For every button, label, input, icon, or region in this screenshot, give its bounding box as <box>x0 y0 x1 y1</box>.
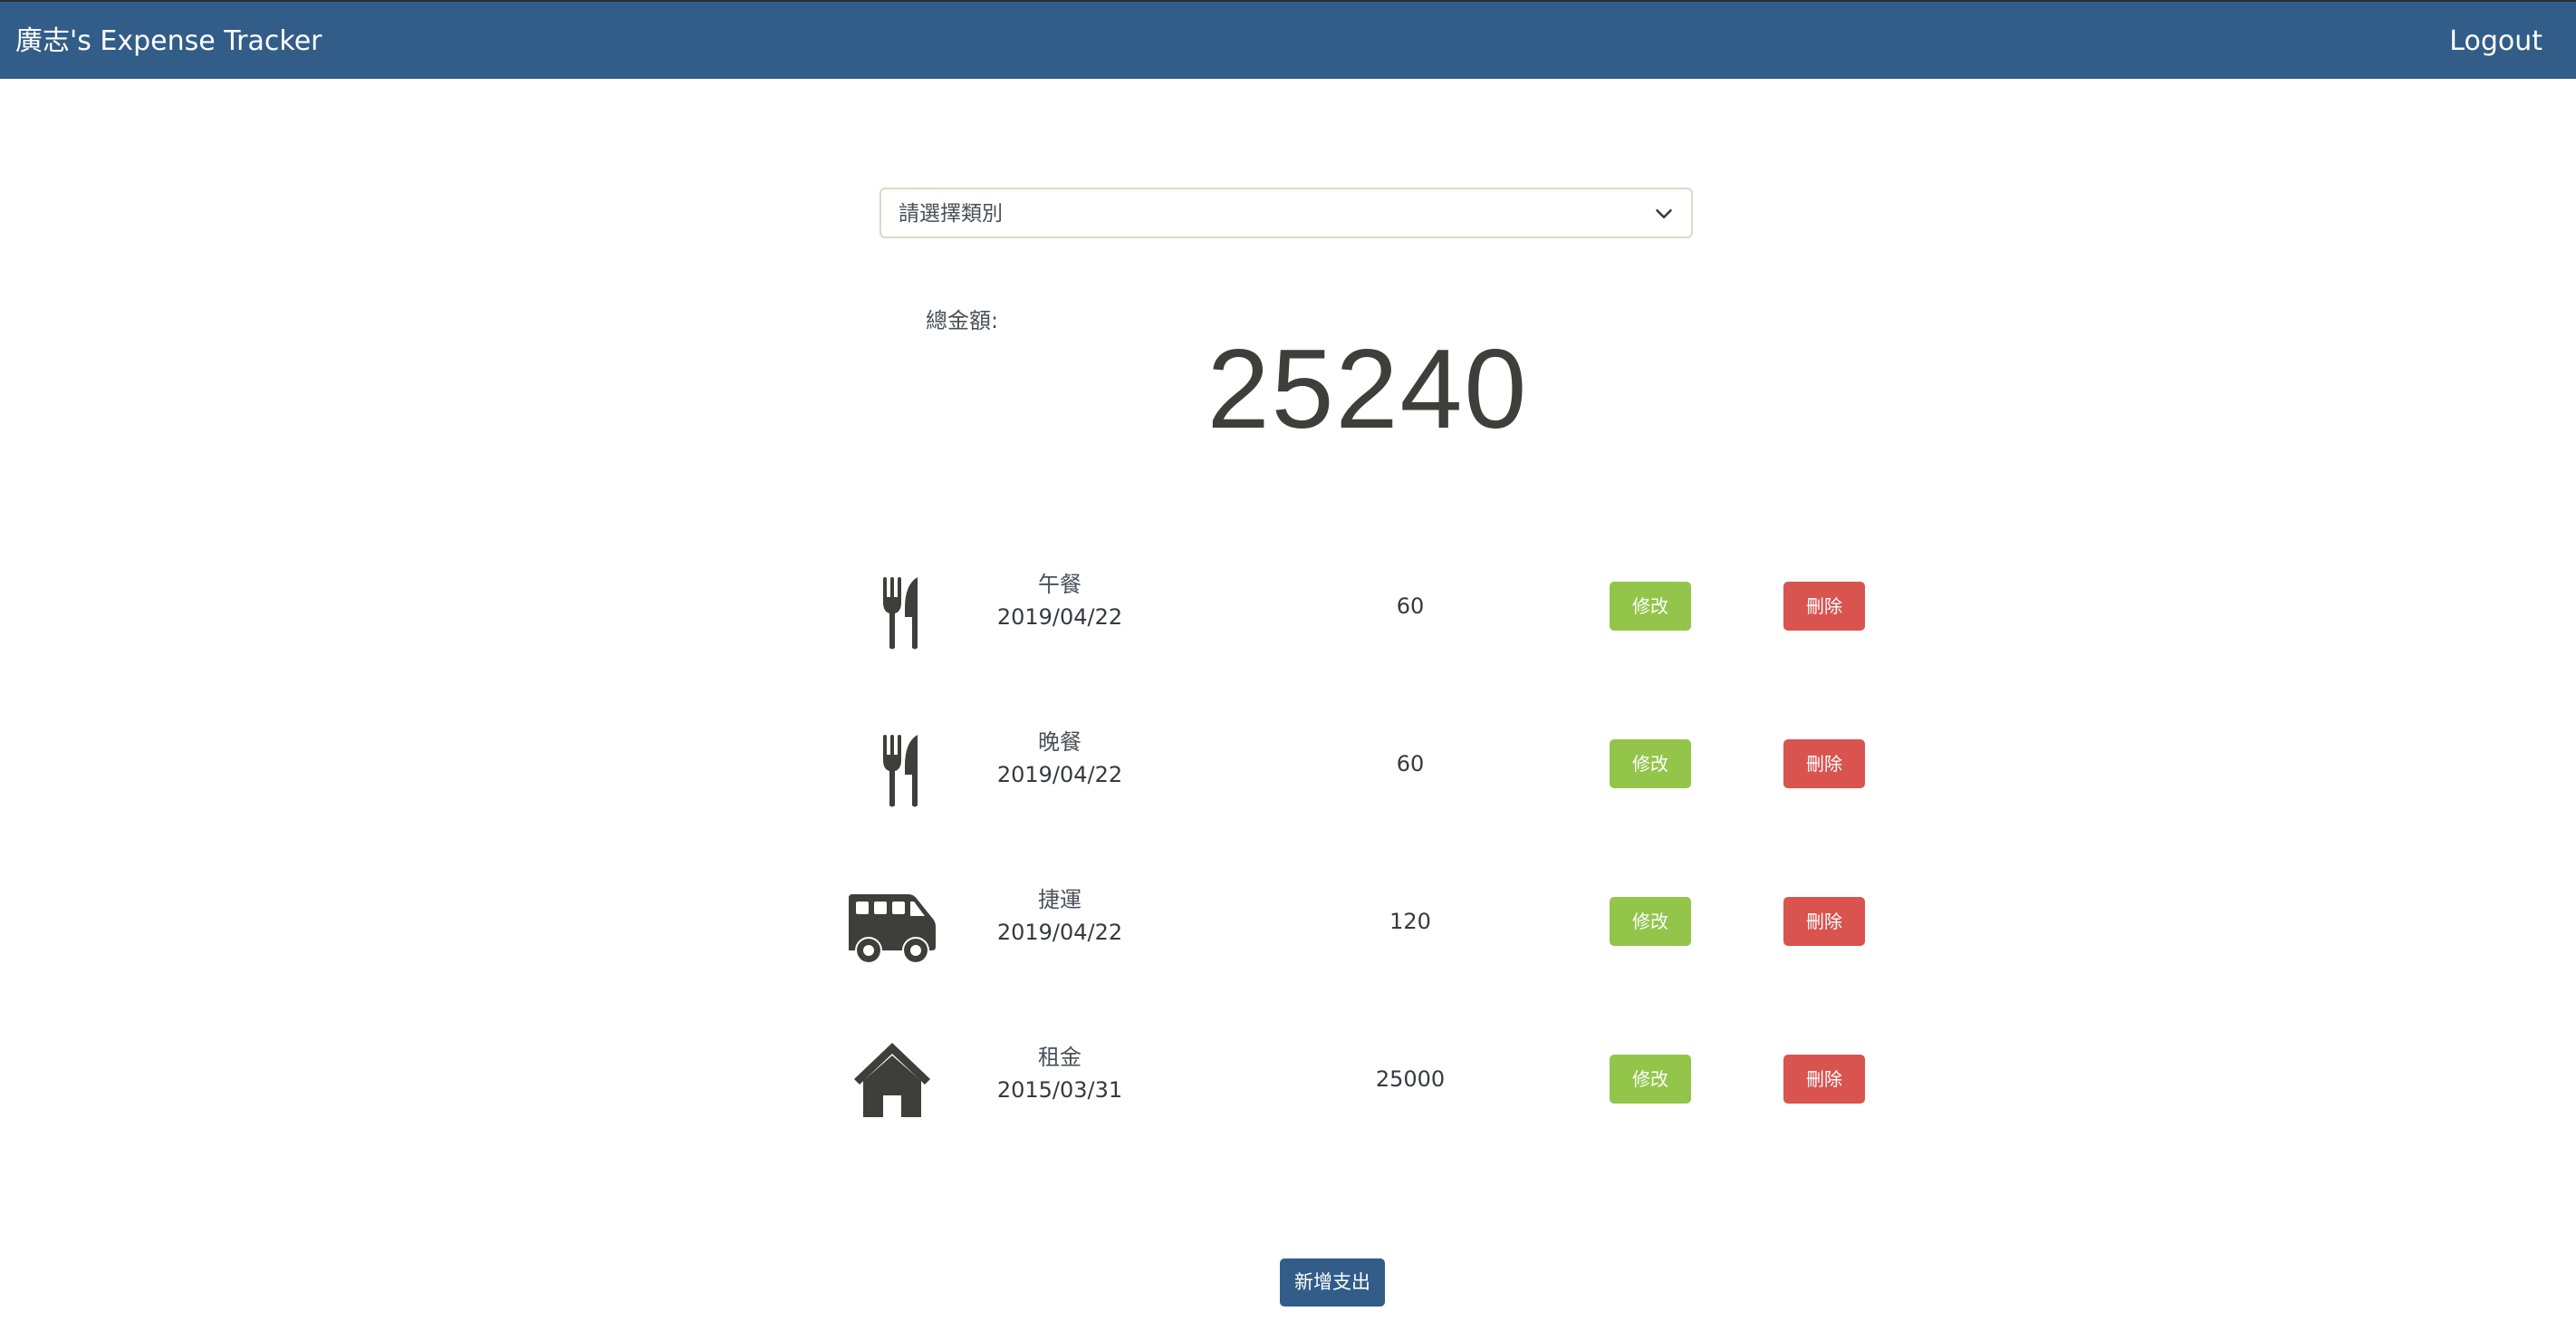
expense-category: 午餐 <box>1038 572 1081 597</box>
category-select[interactable]: 請選擇類別 <box>879 188 1693 238</box>
add-expense-button[interactable]: 新增支出 <box>1280 1258 1385 1307</box>
utensils-icon <box>847 718 937 809</box>
shuttle-van-icon <box>847 876 937 967</box>
total-label: 總金額: <box>926 308 999 333</box>
expense-date: 2019/04/22 <box>996 604 1123 630</box>
expense-amount: 60 <box>1396 593 1425 619</box>
expense-date: 2019/04/22 <box>996 762 1123 787</box>
app-brand[interactable]: 廣志's Expense Tracker <box>15 24 322 60</box>
expense-row: 午餐 2019/04/22 60 修改 刪除 <box>833 552 1875 660</box>
delete-button[interactable]: 刪除 <box>1783 582 1865 631</box>
chevron-down-icon <box>1656 209 1672 218</box>
edit-button[interactable]: 修改 <box>1610 1055 1691 1104</box>
expense-category: 捷運 <box>1038 887 1081 912</box>
expense-row: 捷運 2019/04/22 120 修改 刪除 <box>833 867 1875 976</box>
utensils-icon <box>847 561 937 651</box>
delete-button[interactable]: 刪除 <box>1783 897 1865 946</box>
expense-amount: 120 <box>1389 909 1431 934</box>
expense-category: 租金 <box>1038 1045 1081 1070</box>
expense-date: 2019/04/22 <box>996 920 1123 945</box>
edit-button[interactable]: 修改 <box>1610 897 1691 946</box>
total-amount: 25240 <box>1206 327 1529 452</box>
expense-details: 租金 2015/03/31 <box>960 1041 1159 1106</box>
navbar: 廣志's Expense Tracker Logout <box>0 0 2576 79</box>
delete-button[interactable]: 刪除 <box>1783 1055 1865 1104</box>
expense-details: 午餐 2019/04/22 <box>960 568 1159 633</box>
expense-amount: 60 <box>1396 751 1425 776</box>
expense-category: 晚餐 <box>1038 729 1081 755</box>
logout-link[interactable]: Logout <box>2449 24 2542 60</box>
delete-button[interactable]: 刪除 <box>1783 739 1865 788</box>
expense-details: 捷運 2019/04/22 <box>960 883 1159 949</box>
edit-button[interactable]: 修改 <box>1610 739 1691 788</box>
expense-date: 2015/03/31 <box>996 1077 1123 1103</box>
home-icon <box>847 1034 937 1124</box>
edit-button[interactable]: 修改 <box>1610 582 1691 631</box>
category-select-placeholder: 請選擇類別 <box>899 202 1003 226</box>
expense-details: 晚餐 2019/04/22 <box>960 726 1159 791</box>
expense-row: 租金 2015/03/31 25000 修改 刪除 <box>833 1025 1875 1133</box>
expense-amount: 25000 <box>1375 1066 1446 1092</box>
expense-row: 晚餐 2019/04/22 60 修改 刪除 <box>833 709 1875 818</box>
